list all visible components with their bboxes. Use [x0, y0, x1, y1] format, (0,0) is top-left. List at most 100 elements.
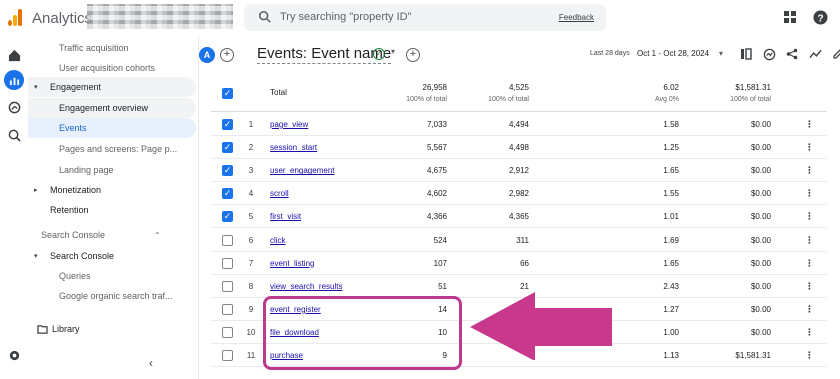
collapse-chevron-left-icon[interactable]: ‹: [149, 356, 153, 370]
per-user-cell: 1.13: [663, 351, 679, 360]
per-user-cell: 1.01: [663, 212, 679, 222]
nav-group-engagement[interactable]: ▾ Engagement: [28, 77, 196, 97]
row-menu-icon[interactable]: ⋮: [805, 165, 814, 176]
report-navigation: Traffic acquisition User acquisition coh…: [28, 36, 198, 379]
row-menu-icon[interactable]: ⋮: [805, 142, 814, 153]
nav-section-search-console[interactable]: Search Console ⌃: [28, 225, 196, 245]
row-checkbox[interactable]: [222, 326, 233, 338]
nav-pages-and-screens[interactable]: Pages and screens: Page p...: [28, 139, 196, 159]
panel-divider: [198, 36, 199, 379]
report-title[interactable]: Events: Event name: [257, 45, 392, 64]
home-icon[interactable]: [5, 46, 23, 64]
row-checkbox[interactable]: [222, 350, 233, 361]
row-checkbox[interactable]: ✓: [222, 211, 233, 223]
chevron-up-icon: ⌃: [154, 230, 161, 240]
row-index: 10: [246, 327, 256, 337]
feedback-link[interactable]: Feedback: [559, 13, 594, 22]
share-icon[interactable]: [785, 47, 799, 61]
nav-landing-page[interactable]: Landing page: [28, 160, 196, 180]
row-checkbox[interactable]: ✓: [222, 119, 233, 130]
event-name-link[interactable]: view_search_results: [270, 282, 342, 291]
event-name-link[interactable]: session_start: [270, 143, 317, 152]
reports-icon[interactable]: [4, 70, 24, 90]
event-name-link[interactable]: user_engagement: [270, 166, 335, 175]
nav-group-monetization[interactable]: ▸ Monetization: [28, 180, 196, 200]
row-menu-icon[interactable]: ⋮: [805, 119, 814, 130]
revenue-cell: $1,581.31: [735, 351, 771, 360]
row-checkbox[interactable]: ✓: [222, 142, 233, 154]
explore-icon[interactable]: [5, 98, 23, 116]
caret-down-icon: ▾: [34, 253, 38, 260]
check-circle-icon: ✓: [373, 48, 385, 60]
table-row: ✓ 1 page_view 7,033 4,494 1.58 $0.00 ⋮: [211, 113, 827, 136]
nav-traffic-acquisition[interactable]: Traffic acquisition: [28, 38, 196, 58]
row-menu-icon[interactable]: ⋮: [805, 350, 814, 361]
total-users-cell: 2,982: [508, 189, 529, 199]
event-name-link[interactable]: event_listing: [270, 259, 314, 268]
row-checkbox[interactable]: [222, 257, 233, 269]
add-dimension-button[interactable]: +: [406, 48, 420, 62]
row-menu-icon[interactable]: ⋮: [805, 235, 814, 246]
dropdown-caret-icon[interactable]: ▾: [391, 47, 395, 56]
left-rail: [0, 36, 28, 379]
row-checkbox[interactable]: ✓: [222, 188, 233, 200]
row-index: 9: [248, 304, 254, 314]
total-event-count: 26,958: [422, 83, 447, 92]
nav-retention[interactable]: Retention: [28, 200, 196, 220]
nav-library[interactable]: Library: [28, 319, 196, 339]
nav-engagement-overview[interactable]: Engagement overview: [28, 98, 196, 118]
nav-events[interactable]: Events: [28, 118, 196, 138]
event-name-link[interactable]: scroll: [270, 189, 289, 198]
add-comparison-button[interactable]: +: [220, 48, 234, 62]
row-checkbox[interactable]: [222, 234, 233, 246]
nav-user-acquisition-cohorts[interactable]: User acquisition cohorts: [28, 58, 196, 78]
total-users-cell: 4,498: [508, 143, 529, 153]
per-user-cell: 2.43: [663, 281, 679, 291]
row-checkbox[interactable]: ✓: [222, 165, 233, 177]
select-all-checkbox[interactable]: ✓: [222, 88, 233, 99]
total-per-user: 6.02: [663, 83, 679, 92]
compare-columns-icon[interactable]: [739, 47, 753, 61]
row-menu-icon[interactable]: ⋮: [805, 211, 814, 222]
trend-icon[interactable]: [808, 47, 822, 61]
date-range[interactable]: Oct 1 - Oct 28, 2024: [637, 49, 709, 58]
advertising-icon[interactable]: [5, 126, 23, 144]
event-count-cell: 4,366: [426, 212, 447, 222]
apps-grid-icon[interactable]: [782, 9, 798, 25]
per-user-cell: 1.69: [663, 235, 679, 245]
settings-gear-icon[interactable]: [5, 346, 23, 364]
nav-group-search-console[interactable]: ▾ Search Console: [28, 246, 196, 266]
edit-pencil-icon[interactable]: [831, 47, 840, 61]
help-icon[interactable]: ?: [812, 9, 828, 25]
row-menu-icon[interactable]: ⋮: [805, 188, 814, 199]
row-index: 6: [248, 235, 254, 245]
event-name-link[interactable]: first_visit: [270, 212, 301, 221]
nav-google-organic-search[interactable]: Google organic search traf...: [28, 286, 196, 306]
date-dropdown-icon[interactable]: ▾: [719, 49, 723, 58]
row-checkbox[interactable]: [222, 280, 233, 292]
search-icon: [258, 10, 271, 23]
highlight-box: [263, 296, 462, 370]
insights-icon[interactable]: [762, 47, 776, 61]
row-checkbox[interactable]: [222, 303, 233, 315]
nav-queries[interactable]: Queries: [28, 266, 196, 286]
revenue-cell: $0.00: [750, 304, 771, 314]
caret-down-icon: ▾: [34, 84, 38, 91]
event-count-cell: 4,675: [426, 166, 447, 176]
revenue-cell: $0.00: [750, 189, 771, 199]
table-row: 7 event_listing 107 66 1.65 $0.00 ⋮: [211, 252, 827, 275]
total-revenue-sub: 100% of total: [730, 96, 771, 103]
report-header: A + Events: Event name ✓ ▾ + Last 28 day…: [199, 38, 840, 72]
row-menu-icon[interactable]: ⋮: [805, 258, 814, 269]
row-menu-icon[interactable]: ⋮: [805, 327, 814, 338]
row-menu-icon[interactable]: ⋮: [805, 304, 814, 315]
event-name-link[interactable]: page_view: [270, 120, 308, 129]
event-name-link[interactable]: click: [270, 236, 286, 245]
event-count-cell: 4,602: [426, 189, 447, 199]
row-menu-icon[interactable]: ⋮: [805, 281, 814, 292]
search-bar[interactable]: Try searching "property ID" Feedback: [244, 4, 606, 31]
comparison-avatar[interactable]: A: [199, 47, 215, 63]
svg-text:?: ?: [817, 13, 823, 24]
event-count-cell: 7,033: [426, 120, 447, 129]
revenue-cell: $0.00: [750, 235, 771, 245]
